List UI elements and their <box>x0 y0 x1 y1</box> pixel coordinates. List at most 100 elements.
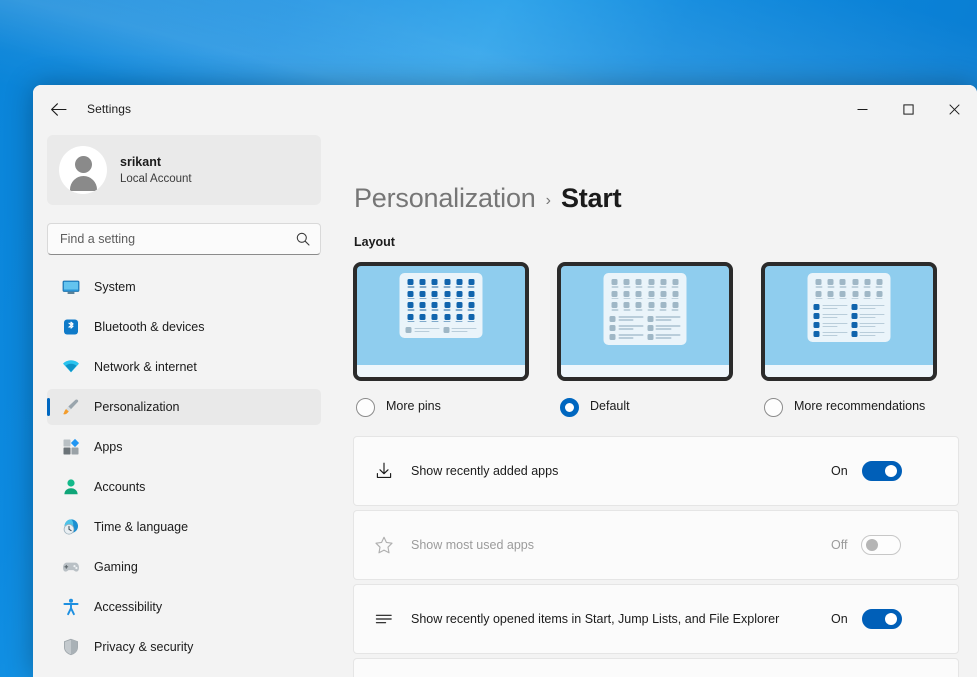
window-caption-buttons <box>839 85 977 133</box>
back-button[interactable] <box>41 94 75 124</box>
sidebar: srikant Local Account Find a setting Sys… <box>33 133 335 677</box>
sidebar-item-label: Privacy & security <box>94 640 194 654</box>
sidebar-item-system[interactable]: System <box>47 269 321 305</box>
toggle-knob <box>866 539 879 551</box>
bluetooth-icon <box>61 318 80 337</box>
shield-icon <box>61 638 80 657</box>
clock-globe-icon <box>61 518 80 537</box>
content-pane: Personalization › Start Layout More pins… <box>335 133 977 677</box>
settings-window: Settings srikant Local Account Find a se… <box>33 85 977 677</box>
preview-recommendations <box>609 315 681 340</box>
layout-option-more-recommendations[interactable]: More recommendations <box>761 262 937 417</box>
search-input[interactable] <box>60 232 296 246</box>
layout-options: More pins Default More recommendations <box>353 262 959 417</box>
toggle-most-used-apps <box>861 535 902 555</box>
layout-section-label: Layout <box>354 235 395 249</box>
radio-more-recommendations[interactable] <box>764 398 783 417</box>
preview-pin-grid <box>610 279 681 311</box>
page-title: Start <box>560 183 622 213</box>
preview-start-panel <box>603 273 687 345</box>
layout-option-label: More pins <box>386 399 441 413</box>
radio-default[interactable] <box>560 398 579 417</box>
account-subtitle: Local Account <box>120 172 192 185</box>
sidebar-item-label: Bluetooth & devices <box>94 320 205 334</box>
sidebar-item-privacy-security[interactable]: Privacy & security <box>47 629 321 665</box>
sidebar-item-network-internet[interactable]: Network & internet <box>47 349 321 385</box>
layout-preview-more-recommendations <box>761 262 937 381</box>
setting-title: Show recently opened items in Start, Jum… <box>411 611 780 626</box>
account-text: srikant Local Account <box>120 154 192 187</box>
sidebar-item-bluetooth-devices[interactable]: Bluetooth & devices <box>47 309 321 345</box>
sidebar-item-time-language[interactable]: Time & language <box>47 509 321 545</box>
sidebar-item-accessibility[interactable]: Accessibility <box>47 589 321 625</box>
monitor-icon <box>61 278 80 297</box>
setting-state-label: Off <box>831 538 848 552</box>
gamepad-icon <box>61 558 80 577</box>
layout-option-more-pins[interactable]: More pins <box>353 262 529 417</box>
search-box[interactable] <box>47 223 321 255</box>
window-body: srikant Local Account Find a setting Sys… <box>33 133 977 677</box>
sidebar-item-personalization[interactable]: Personalization <box>47 389 321 425</box>
sidebar-item-label: Apps <box>94 440 123 454</box>
layout-preview-more-pins <box>353 262 529 381</box>
sidebar-item-label: Personalization <box>94 400 180 414</box>
layout-radio-row-more-recommendations[interactable]: More recommendations <box>761 397 937 417</box>
back-arrow-icon <box>50 102 67 116</box>
preview-recommendations <box>813 304 885 337</box>
close-icon <box>948 103 960 115</box>
layout-option-default[interactable]: Default <box>557 262 733 417</box>
setting-row-most-used-apps: Show most used apps Off <box>353 510 959 580</box>
start-settings-list: Show recently added apps On Show most us… <box>353 436 959 677</box>
search-icon <box>296 232 310 246</box>
setting-state-label: On <box>831 464 848 478</box>
setting-row-recently-added-apps[interactable]: Show recently added apps On <box>353 436 959 506</box>
layout-radio-row-more-pins[interactable]: More pins <box>353 397 529 417</box>
apps-icon <box>61 438 80 457</box>
account-name: srikant <box>120 154 161 169</box>
preview-start-panel <box>399 273 483 338</box>
setting-state-label: On <box>831 612 848 626</box>
sidebar-item-accounts[interactable]: Accounts <box>47 469 321 505</box>
sidebar-item-label: Network & internet <box>94 360 197 374</box>
preview-start-panel <box>807 273 891 342</box>
toggle-recently-opened-items[interactable] <box>861 609 902 629</box>
sidebar-item-apps[interactable]: Apps <box>47 429 321 465</box>
toggle-recently-added-apps[interactable] <box>861 461 902 481</box>
paintbrush-icon <box>61 398 80 417</box>
avatar-head <box>74 156 92 173</box>
preview-taskbar <box>765 365 933 377</box>
layout-option-label: More recommendations <box>794 399 926 413</box>
window-title: Settings <box>87 102 132 116</box>
breadcrumb-parent[interactable]: Personalization <box>354 183 536 214</box>
toggle-knob <box>884 465 897 477</box>
sidebar-nav: System Bluetooth & devices Network & int… <box>47 269 321 665</box>
radio-more-pins[interactable] <box>356 398 375 417</box>
list-icon <box>373 608 395 630</box>
layout-option-label: Default <box>590 399 630 413</box>
wifi-icon <box>61 358 80 377</box>
minimize-button[interactable] <box>839 85 885 133</box>
setting-row-recently-opened-items[interactable]: Show recently opened items in Start, Jum… <box>353 584 959 654</box>
preview-pin-grid <box>814 279 885 299</box>
preview-recommendations <box>405 327 477 333</box>
preview-taskbar <box>357 365 525 377</box>
preview-pin-grid <box>406 279 477 322</box>
layout-radio-row-default[interactable]: Default <box>557 397 733 417</box>
close-button[interactable] <box>931 85 977 133</box>
sidebar-item-label: Time & language <box>94 520 189 534</box>
setting-row-partial-next[interactable] <box>353 658 959 677</box>
breadcrumb: Personalization › Start <box>353 183 959 214</box>
download-icon <box>373 460 395 482</box>
maximize-button[interactable] <box>885 85 931 133</box>
account-card[interactable]: srikant Local Account <box>47 135 321 205</box>
sidebar-item-gaming[interactable]: Gaming <box>47 549 321 585</box>
layout-preview-default <box>557 262 733 381</box>
sidebar-item-label: Accessibility <box>94 600 163 614</box>
avatar <box>59 146 107 194</box>
chevron-right-icon: › <box>545 192 551 209</box>
setting-title: Show most used apps <box>411 537 534 552</box>
accessibility-icon <box>61 598 80 617</box>
toggle-knob <box>884 613 897 625</box>
sidebar-item-label: System <box>94 280 136 294</box>
setting-title: Show recently added apps <box>411 463 559 478</box>
